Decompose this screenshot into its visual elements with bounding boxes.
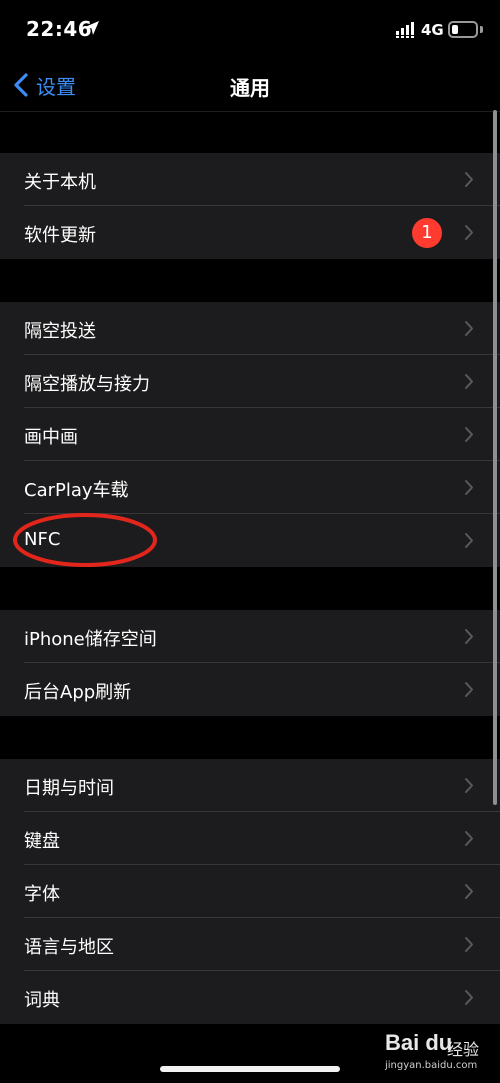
row-date-time[interactable]: 日期与时间 bbox=[0, 759, 500, 812]
battery-icon bbox=[448, 21, 478, 38]
annotation-ellipse bbox=[13, 513, 157, 567]
battery-tip bbox=[480, 26, 483, 33]
watermark-url: jingyan.baidu.com bbox=[385, 1060, 478, 1071]
watermark-text: 经验 bbox=[447, 1040, 480, 1059]
chevron-right-icon bbox=[465, 682, 473, 697]
row-label: 语言与地区 bbox=[24, 937, 114, 958]
row-about[interactable]: 关于本机 bbox=[0, 153, 500, 206]
row-label: 关于本机 bbox=[24, 172, 96, 193]
settings-group-locale: 日期与时间 键盘 字体 语言与地区 词典 bbox=[0, 759, 500, 1024]
watermark-logo: Bai du bbox=[385, 1030, 453, 1055]
row-software-update[interactable]: 软件更新 1 bbox=[0, 206, 500, 259]
home-indicator[interactable] bbox=[160, 1066, 340, 1072]
row-label: 字体 bbox=[24, 884, 60, 905]
status-time: 22:46 bbox=[26, 17, 93, 41]
chevron-right-icon bbox=[465, 937, 473, 952]
chevron-right-icon bbox=[465, 629, 473, 644]
row-keyboard[interactable]: 键盘 bbox=[0, 812, 500, 865]
row-label: 隔空播放与接力 bbox=[24, 374, 150, 395]
row-label: 隔空投送 bbox=[24, 321, 96, 342]
chevron-right-icon bbox=[465, 172, 473, 187]
row-label: 键盘 bbox=[24, 831, 60, 852]
row-label: 日期与时间 bbox=[24, 778, 114, 799]
chevron-right-icon bbox=[465, 884, 473, 899]
chevron-right-icon bbox=[465, 480, 473, 495]
status-bar: 22:46 4G bbox=[0, 0, 500, 60]
chevron-right-icon bbox=[465, 778, 473, 793]
settings-group-about: 关于本机 软件更新 1 bbox=[0, 153, 500, 259]
row-language-region[interactable]: 语言与地区 bbox=[0, 918, 500, 971]
chevron-right-icon bbox=[465, 374, 473, 389]
chevron-right-icon bbox=[465, 990, 473, 1005]
row-label: 词典 bbox=[24, 990, 60, 1011]
row-picture-in-picture[interactable]: 画中画 bbox=[0, 408, 500, 461]
back-button[interactable]: 设置 bbox=[12, 70, 76, 100]
row-label: CarPlay车载 bbox=[24, 480, 129, 501]
chevron-right-icon bbox=[465, 831, 473, 846]
row-label: 画中画 bbox=[24, 427, 78, 448]
location-arrow-icon bbox=[85, 21, 99, 35]
row-iphone-storage[interactable]: iPhone储存空间 bbox=[0, 610, 500, 663]
back-label: 设置 bbox=[36, 74, 76, 99]
signal-bars-icon bbox=[396, 22, 414, 38]
chevron-right-icon bbox=[465, 225, 473, 240]
chevron-right-icon bbox=[465, 533, 473, 548]
row-label: 后台App刷新 bbox=[24, 682, 132, 703]
row-fonts[interactable]: 字体 bbox=[0, 865, 500, 918]
row-airplay-handoff[interactable]: 隔空播放与接力 bbox=[0, 355, 500, 408]
watermark: Bai du 经验 jingyan.baidu.com bbox=[385, 1030, 495, 1080]
row-label: iPhone储存空间 bbox=[24, 629, 157, 650]
row-label: 软件更新 bbox=[24, 225, 96, 246]
row-carplay[interactable]: CarPlay车载 bbox=[0, 461, 500, 514]
chevron-left-icon bbox=[14, 73, 28, 97]
navigation-bar: 通用 设置 bbox=[0, 60, 500, 112]
row-dictionary[interactable]: 词典 bbox=[0, 971, 500, 1024]
chevron-right-icon bbox=[465, 427, 473, 442]
row-airdrop[interactable]: 隔空投送 bbox=[0, 302, 500, 355]
scroll-indicator[interactable] bbox=[493, 110, 497, 805]
row-background-app-refresh[interactable]: 后台App刷新 bbox=[0, 663, 500, 716]
update-badge: 1 bbox=[412, 218, 442, 248]
settings-group-storage: iPhone储存空间 后台App刷新 bbox=[0, 610, 500, 716]
chevron-right-icon bbox=[465, 321, 473, 336]
battery-level bbox=[452, 25, 458, 34]
network-type: 4G bbox=[421, 21, 444, 39]
